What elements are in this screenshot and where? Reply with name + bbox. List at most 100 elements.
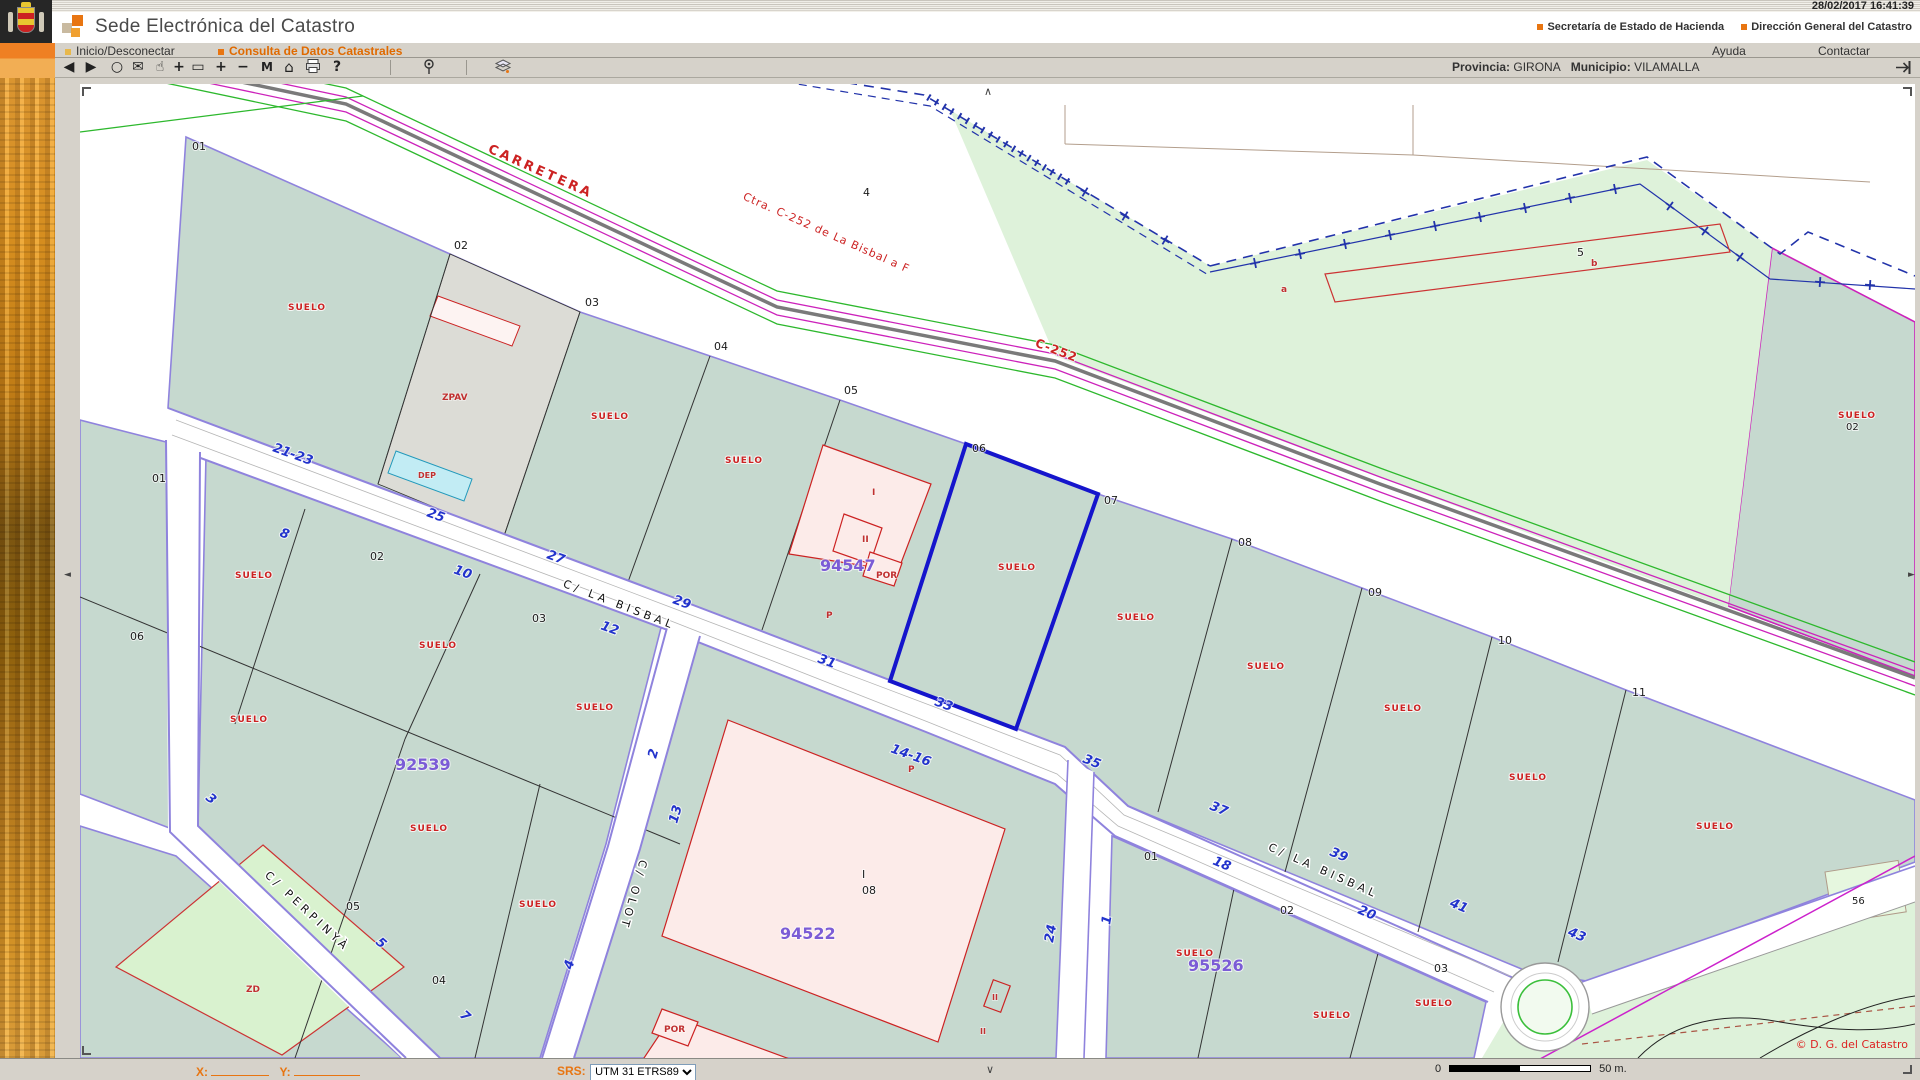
scale-zero-label: 0 <box>1435 1063 1441 1075</box>
link-direccion-catastro[interactable]: Dirección General del Catastro <box>1751 21 1912 33</box>
layers-icon <box>494 58 512 74</box>
svg-text:07: 07 <box>1104 494 1118 507</box>
map-viewport[interactable]: CARRETERA Ctra. C-252 de La Bisbal a F C… <box>80 84 1915 1058</box>
help-button[interactable]: ? <box>326 58 348 77</box>
link-hacienda[interactable]: Secretaría de Estado de Hacienda <box>1547 21 1724 33</box>
svg-text:SUELO: SUELO <box>1384 704 1422 714</box>
zoom-in-button[interactable]: + <box>210 58 232 77</box>
measure-button[interactable]: M <box>256 58 278 77</box>
print-button[interactable] <box>302 58 324 77</box>
roundabout <box>1501 963 1589 1051</box>
collapse-right-arrow[interactable]: ► <box>1908 570 1915 580</box>
collapse-up-arrow[interactable]: ∧ <box>984 85 992 98</box>
menu-inicio-desconectar[interactable]: Inicio/Desconectar <box>65 44 175 58</box>
collapse-left-arrow[interactable]: ◄ <box>64 570 71 580</box>
svg-text:SUELO: SUELO <box>1509 773 1547 783</box>
svg-text:01: 01 <box>192 140 206 153</box>
header-links: Secretaría de Estado de Hacienda Direcci… <box>1523 21 1912 33</box>
map-corner-mark <box>1903 1065 1912 1074</box>
svg-text:II: II <box>862 535 869 545</box>
top-stripe-bar: 28/02/2017 16:41:39 <box>0 0 1920 12</box>
layers-button[interactable] <box>492 58 514 77</box>
svg-text:01: 01 <box>1144 850 1158 863</box>
menu-ayuda[interactable]: Ayuda <box>1712 44 1746 58</box>
bullet-icon <box>218 49 224 55</box>
svg-text:10: 10 <box>1498 634 1512 647</box>
menu-contactar[interactable]: Contactar <box>1818 44 1870 58</box>
svg-text:I: I <box>862 868 865 881</box>
map-corner-mark <box>1903 87 1912 96</box>
svg-text:56: 56 <box>1852 896 1865 907</box>
location-indicator: Provincia: GIRONA Municipio: VILAMALLA <box>1452 60 1699 74</box>
y-coordinate-field[interactable] <box>294 1065 360 1076</box>
y-coordinate-label: Y: <box>279 1065 290 1079</box>
spain-coat-of-arms-logo <box>0 0 52 43</box>
menu-bar: Inicio/Desconectar Consulta de Datos Cat… <box>0 43 1920 58</box>
sidebar-orange-block <box>0 43 55 78</box>
zoom-circle-button[interactable]: ○ <box>106 58 128 77</box>
svg-text:SUELO: SUELO <box>1313 1011 1351 1021</box>
svg-text:06: 06 <box>972 442 986 455</box>
svg-text:SUELO: SUELO <box>235 571 273 581</box>
svg-text:01: 01 <box>152 472 166 485</box>
svg-text:04: 04 <box>714 340 728 353</box>
sidebar-city-photo <box>0 78 55 1058</box>
x-coordinate-field[interactable] <box>211 1065 269 1076</box>
svg-text:03: 03 <box>532 612 546 625</box>
svg-text:06: 06 <box>130 630 144 643</box>
svg-text:SUELO: SUELO <box>576 703 614 713</box>
back-button[interactable]: ◀ <box>58 58 80 77</box>
zoom-window-button[interactable]: ▭ <box>187 58 209 77</box>
svg-text:SUELO: SUELO <box>1415 999 1453 1009</box>
cadastral-map[interactable]: CARRETERA Ctra. C-252 de La Bisbal a F C… <box>80 84 1915 1058</box>
forward-button[interactable]: ▶ <box>80 58 102 77</box>
svg-text:SUELO: SUELO <box>230 715 268 725</box>
provincia-value: GIRONA <box>1513 60 1560 74</box>
svg-text:SUELO: SUELO <box>410 824 448 834</box>
home-button[interactable]: ⌂ <box>278 58 300 77</box>
scale-bar: 050 m. <box>1435 1063 1627 1077</box>
datetime: 28/02/2017 16:41:39 <box>1812 0 1914 12</box>
svg-text:11: 11 <box>1632 686 1646 699</box>
svg-text:SUELO: SUELO <box>519 900 557 910</box>
catastro-logo-icon <box>62 15 86 39</box>
collapse-down-arrow[interactable]: ∨ <box>986 1063 994 1076</box>
svg-text:II: II <box>992 993 998 1002</box>
map-toolbar: ◀ ▶ ○ ✉ ☝ + ▭ + − M ⌂ ? Provincia: GIRON… <box>0 58 1920 78</box>
rustic-boundary-lines <box>1065 105 1870 182</box>
svg-text:5: 5 <box>1577 246 1584 259</box>
svg-text:POR: POR <box>876 571 897 581</box>
exit-button[interactable] <box>1894 59 1914 81</box>
svg-text:a: a <box>1281 285 1287 295</box>
map-corner-mark <box>82 1046 91 1055</box>
svg-text:08: 08 <box>1238 536 1252 549</box>
svg-text:SUELO: SUELO <box>591 412 629 422</box>
bullet-icon <box>1741 24 1747 30</box>
svg-text:92539: 92539 <box>395 755 451 774</box>
svg-text:09: 09 <box>1368 586 1382 599</box>
bullet-icon <box>1537 24 1543 30</box>
svg-text:SUELO: SUELO <box>725 456 763 466</box>
svg-text:04: 04 <box>432 974 446 987</box>
envelope-extent-button[interactable]: ✉ <box>127 58 149 77</box>
toolbar-separator <box>390 60 391 75</box>
svg-text:P: P <box>826 611 833 621</box>
srs-label: SRS: <box>557 1064 586 1078</box>
svg-text:b: b <box>1591 259 1598 269</box>
svg-text:SUELO: SUELO <box>419 641 457 651</box>
svg-text:SUELO: SUELO <box>998 563 1036 573</box>
svg-text:03: 03 <box>585 296 599 309</box>
svg-text:94522: 94522 <box>780 924 836 943</box>
exit-door-icon <box>1894 59 1914 76</box>
locate-button[interactable] <box>418 58 440 77</box>
locate-pin-icon <box>421 58 437 75</box>
svg-text:05: 05 <box>346 900 360 913</box>
menu-consulta-datos[interactable]: Consulta de Datos Catastrales <box>218 44 402 58</box>
svg-text:SUELO: SUELO <box>1247 662 1285 672</box>
svg-text:02: 02 <box>1280 904 1294 917</box>
srs-select[interactable]: UTM 31 ETRS89 <box>590 1064 696 1080</box>
zoom-out-button[interactable]: − <box>232 58 254 77</box>
scale-black-segment <box>1449 1065 1519 1072</box>
svg-text:POR: POR <box>664 1025 685 1035</box>
bullet-icon <box>65 49 71 55</box>
